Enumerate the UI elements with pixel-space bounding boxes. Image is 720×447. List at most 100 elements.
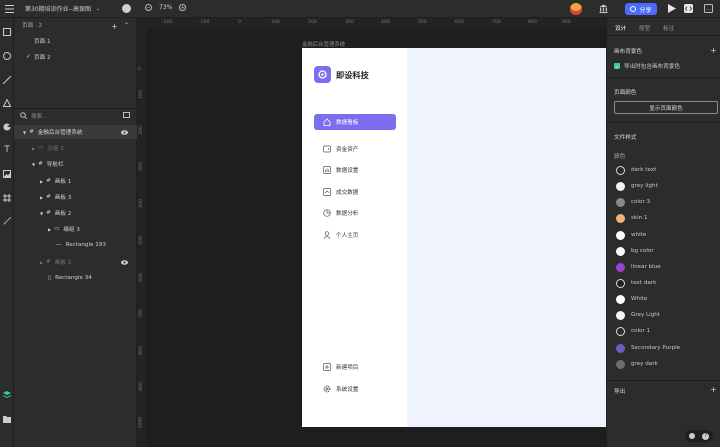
color-swatch-row[interactable]: skin 1 xyxy=(616,212,648,224)
color-swatch xyxy=(616,326,625,336)
share-button[interactable]: 分享 xyxy=(625,3,657,15)
nav-item[interactable]: 个人主页 xyxy=(314,227,396,243)
color-name: linear blue xyxy=(631,264,661,270)
filter-icon[interactable] xyxy=(123,112,130,118)
tab-annotation[interactable]: 标注 xyxy=(663,24,674,32)
zoom-control[interactable]: − 73% + xyxy=(145,4,187,11)
help-icon[interactable]: ? xyxy=(702,432,710,440)
image-tool-icon[interactable] xyxy=(2,169,12,179)
pen-tool-icon[interactable] xyxy=(2,122,12,132)
nav-item[interactable]: 数据分析 xyxy=(314,205,396,221)
more-icon[interactable]: … xyxy=(704,4,713,13)
nav-item-active[interactable]: 数据看板 xyxy=(314,114,396,130)
color-name: grey dark xyxy=(631,361,658,367)
rectangle-tool-icon[interactable] xyxy=(2,27,12,37)
color-swatch-row[interactable]: linear blue xyxy=(616,261,661,273)
theme-toggle-icon[interactable] xyxy=(688,433,695,439)
nav-item[interactable]: 系统设置 xyxy=(314,381,396,397)
page-item[interactable]: 页面 1 xyxy=(14,33,136,49)
tab-prototype[interactable]: 原型 xyxy=(639,24,650,32)
eye-icon[interactable] xyxy=(121,259,128,265)
export-title[interactable]: 导出 xyxy=(614,387,625,395)
nav-item[interactable]: 资金资产 xyxy=(314,141,396,157)
ruler-tick: 600 xyxy=(138,273,144,282)
color-swatch-row[interactable]: text dark xyxy=(616,277,656,289)
add-icon[interactable]: + xyxy=(710,46,717,55)
triangle-tool-icon[interactable] xyxy=(2,98,12,108)
search-input[interactable]: 搜索... xyxy=(31,112,48,120)
divider xyxy=(607,77,720,78)
layer-row[interactable]: ▼ # 画板 2 xyxy=(40,206,71,220)
page-label: 页面 1 xyxy=(34,39,51,45)
menu-icon[interactable] xyxy=(4,4,14,14)
ruler-tick: -100 xyxy=(199,20,210,25)
tool-bar: T xyxy=(0,18,14,447)
nav-item[interactable]: 新建项目 xyxy=(314,359,396,375)
layer-row[interactable]: ▼ # 导航栏 xyxy=(32,157,64,171)
folder-icon[interactable] xyxy=(2,414,12,424)
layer-label: 金融后台管理系统 xyxy=(37,130,83,136)
collapse-icon[interactable]: ⌃ xyxy=(124,22,129,29)
play-icon[interactable] xyxy=(667,4,676,13)
color-swatch xyxy=(616,262,625,272)
color-swatch-row[interactable]: White xyxy=(616,293,647,305)
nav-label: 系统设置 xyxy=(336,387,359,393)
page-item-active[interactable]: ✓ 页面 2 xyxy=(14,49,136,65)
content-area xyxy=(407,48,606,427)
color-swatch-row[interactable]: color 1 xyxy=(616,325,650,337)
nav-item[interactable]: 数据设置 xyxy=(314,162,396,178)
layer-row[interactable]: ▶ # 画板 3 xyxy=(40,190,71,204)
layer-row[interactable]: ▯ Rectangle 34 xyxy=(48,271,92,285)
color-name: Secondary Purple xyxy=(631,345,681,351)
design-canvas[interactable]: -200 -100 0 100 200 300 400 500 600 700 … xyxy=(137,18,606,447)
color-swatch-row[interactable]: dark text xyxy=(616,164,656,176)
layer-row[interactable]: ▶ # 画板 1 xyxy=(40,174,71,188)
line-tool-icon[interactable] xyxy=(2,75,12,85)
add-export-icon[interactable]: + xyxy=(710,385,717,394)
file-styles-title: 文件样式 xyxy=(614,135,637,141)
color-swatch-row[interactable]: white xyxy=(616,229,646,241)
layers-stack-icon[interactable] xyxy=(2,390,12,400)
frame-title[interactable]: 金融后台管理系统 xyxy=(302,40,345,48)
layer-row[interactable]: ▶ ▭ 编组 3 xyxy=(48,222,80,236)
color-swatch-row[interactable]: grey light xyxy=(616,180,658,192)
color-swatch-row[interactable]: bg color xyxy=(616,245,654,257)
layer-row[interactable]: — Rectangle 193 xyxy=(56,238,106,252)
frame-tool-icon[interactable] xyxy=(2,193,12,203)
zoom-in-icon[interactable]: + xyxy=(179,4,187,11)
color-swatch-row[interactable]: Grey Light xyxy=(616,309,660,321)
app-frame[interactable]: 即设科技 数据看板 资金资产 数据设置 成交数据 数据分析 个人主页 新建项目 … xyxy=(302,48,606,427)
layer-search[interactable]: 搜索... xyxy=(14,108,137,122)
nav-label: 个人主页 xyxy=(336,233,359,239)
text-tool-icon[interactable]: T xyxy=(2,145,12,155)
color-name: dark text xyxy=(631,167,657,173)
layer-row[interactable]: ▶ # 画板 2 xyxy=(40,255,137,269)
ellipse-tool-icon[interactable] xyxy=(2,51,12,61)
export-bg-checkbox-row[interactable]: ✓ 导出时包含画布背景色 xyxy=(614,62,680,70)
color-name: color 3 xyxy=(631,199,651,205)
frame-icon: # xyxy=(38,161,43,167)
checkbox-checked-icon[interactable]: ✓ xyxy=(614,63,620,69)
color-name: white xyxy=(631,232,647,238)
layer-row-selected[interactable]: ▼ # 金融后台管理系统 xyxy=(14,125,137,139)
color-swatch-row[interactable]: grey dark xyxy=(616,358,658,370)
code-icon[interactable] xyxy=(684,4,693,13)
show-page-color-button[interactable]: 显示页面颜色 xyxy=(614,101,718,114)
avatar[interactable] xyxy=(570,3,582,15)
nav-item[interactable]: 成交数据 xyxy=(314,184,396,200)
bank-icon[interactable] xyxy=(599,4,608,13)
layer-row[interactable]: ▶ ▭ 分组 2 xyxy=(32,141,64,155)
brush-tool-icon[interactable] xyxy=(2,216,12,226)
project-name[interactable]: 第30期培训作业--高保图 ⌄ xyxy=(25,4,100,14)
zoom-out-icon[interactable]: − xyxy=(145,4,152,11)
tab-design[interactable]: 设计 xyxy=(615,24,626,32)
eye-icon[interactable] xyxy=(121,129,128,135)
color-swatch-row[interactable]: Secondary Purple xyxy=(616,342,680,354)
layer-label: 画板 3 xyxy=(54,195,72,201)
comment-icon[interactable] xyxy=(122,4,131,13)
add-page-icon[interactable]: + xyxy=(111,22,118,31)
group-icon: ▭ xyxy=(38,145,44,151)
color-swatch-row[interactable]: color 3 xyxy=(616,196,650,208)
ruler-tick: 800 xyxy=(528,20,537,25)
nav-label: 数据分析 xyxy=(336,211,359,217)
